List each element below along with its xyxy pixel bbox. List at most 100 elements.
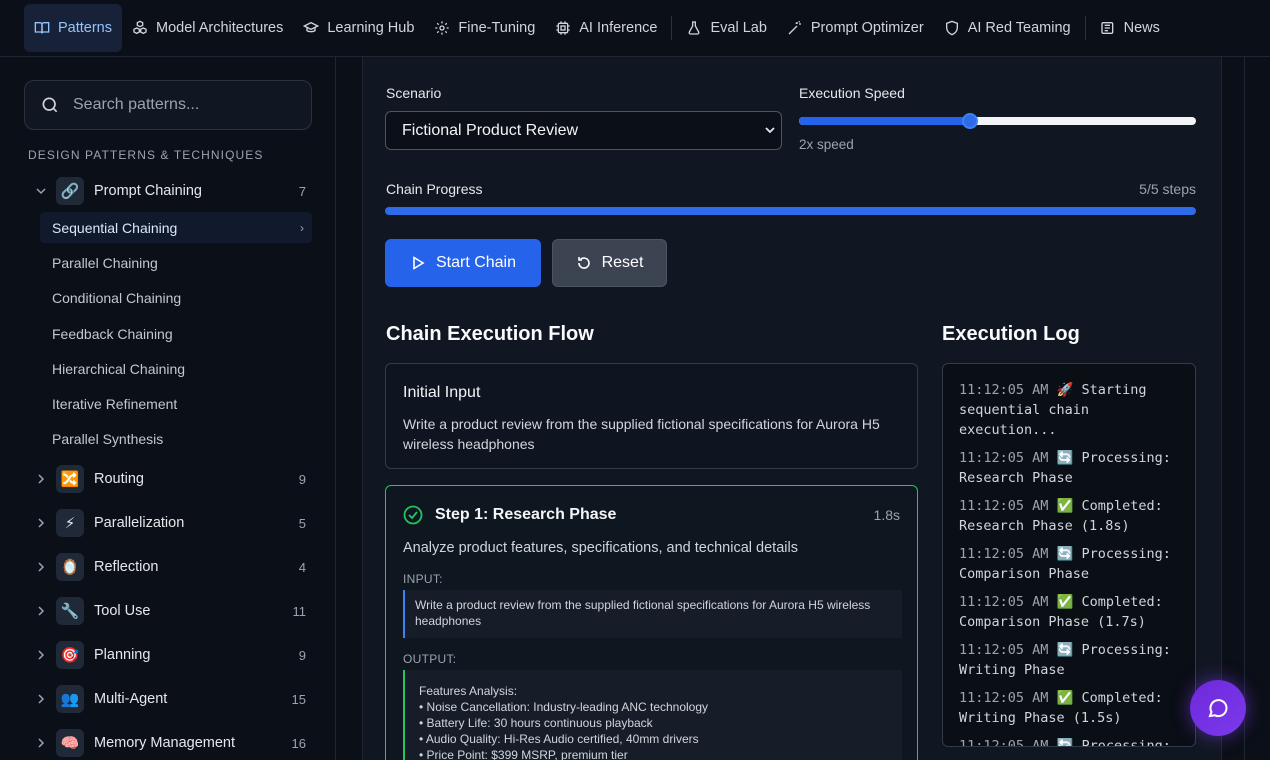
chevron-right-icon <box>30 517 52 529</box>
nav-prompt-optimizer[interactable]: Prompt Optimizer <box>777 4 934 52</box>
category-count: 16 <box>291 735 306 751</box>
nav-prompt-optimizer-label: Prompt Optimizer <box>810 20 924 36</box>
reset-button[interactable]: Reset <box>552 239 667 287</box>
log-entry: 11:12:05 AM 🔄 Processing: Writing Phase <box>959 640 1189 680</box>
play-icon <box>413 256 425 270</box>
category-count: 9 <box>298 471 306 487</box>
subitem-label: Conditional Chaining <box>52 289 182 306</box>
subitem-feedback-chaining[interactable]: Feedback Chaining <box>40 318 312 349</box>
category-reflection[interactable]: 🪞 Reflection 4 <box>30 549 306 585</box>
subitem-sequential-chaining[interactable]: Sequential Chaining › <box>40 212 312 243</box>
section-title: DESIGN PATTERNS & TECHNIQUES <box>28 148 264 162</box>
top-nav: Patterns Model Architectures Learning Hu… <box>0 0 1270 57</box>
book-open-icon <box>34 22 50 34</box>
nav-patterns[interactable]: Patterns <box>24 4 122 52</box>
log-heading: Execution Log <box>942 323 1080 345</box>
log-entry: 11:12:05 AM 🔄 Processing: Comparison Pha… <box>959 544 1189 584</box>
speed-text: 2x speed <box>799 137 854 152</box>
speed-slider-thumb[interactable] <box>961 113 978 129</box>
category-count: 7 <box>298 183 306 199</box>
category-multi-agent[interactable]: 👥 Multi-Agent 15 <box>30 681 306 717</box>
category-prompt-chaining[interactable]: 🔗 Prompt Chaining 7 <box>30 173 306 209</box>
nav-ai-inference[interactable]: AI Inference <box>545 4 667 52</box>
category-planning[interactable]: 🎯 Planning 9 <box>30 637 306 673</box>
chevron-right-icon: › <box>300 220 304 235</box>
subitem-hierarchical-chaining[interactable]: Hierarchical Chaining <box>40 353 312 384</box>
start-chain-button[interactable]: Start Chain <box>385 239 541 287</box>
nav-learning-hub-label: Learning Hub <box>327 20 415 36</box>
subitem-label: Feedback Chaining <box>52 325 173 342</box>
chevron-right-icon <box>30 605 52 617</box>
cpu-icon <box>556 21 570 35</box>
nav-fine-tuning[interactable]: Fine-Tuning <box>424 4 545 52</box>
speed-slider-track[interactable] <box>799 117 1196 125</box>
users-icon: 👥 <box>56 685 84 713</box>
log-timestamp: 11:12:05 AM <box>959 450 1049 466</box>
nav-ai-red-teaming[interactable]: AI Red Teaming <box>934 4 1081 52</box>
step-output-text: Features Analysis: • Noise Cancellation:… <box>403 670 902 760</box>
sidebar: DESIGN PATTERNS & TECHNIQUES 🔗 Prompt Ch… <box>0 57 336 760</box>
chevron-right-icon <box>30 561 52 573</box>
search-box[interactable] <box>24 80 312 130</box>
category-count: 11 <box>292 603 307 619</box>
nav-fine-tuning-label: Fine-Tuning <box>458 20 536 36</box>
target-icon: 🎯 <box>56 641 84 669</box>
nav-patterns-label: Patterns <box>58 20 112 36</box>
brain-icon: 🧠 <box>56 729 84 757</box>
check-circle-icon <box>403 505 423 525</box>
chat-button[interactable] <box>1190 680 1246 736</box>
log-timestamp: 11:12:05 AM <box>959 690 1049 706</box>
subitem-parallel-chaining[interactable]: Parallel Chaining <box>40 247 312 278</box>
log-entry: 11:12:05 AM 🔄 Processing: <box>959 736 1189 746</box>
log-entry: 11:12:05 AM ✅ Completed: Comparison Phas… <box>959 592 1189 632</box>
category-tool-use[interactable]: 🔧 Tool Use 11 <box>30 593 306 629</box>
chevron-right-icon <box>30 473 52 485</box>
chevron-down-icon <box>30 185 52 197</box>
progress-bar-fill <box>385 207 1196 215</box>
category-count: 15 <box>291 691 306 707</box>
start-chain-label: Start Chain <box>435 254 517 271</box>
initial-input-title: Initial Input <box>403 384 481 401</box>
nav-divider <box>671 16 673 40</box>
nav-eval-lab[interactable]: Eval Lab <box>676 4 776 52</box>
divider <box>1244 57 1245 760</box>
subitem-conditional-chaining[interactable]: Conditional Chaining <box>40 282 312 313</box>
wrench-icon: 🔧 <box>56 597 84 625</box>
mirror-icon: 🪞 <box>56 553 84 581</box>
category-memory-management[interactable]: 🧠 Memory Management 16 <box>30 725 306 760</box>
category-label: Parallelization <box>94 515 185 531</box>
search-icon <box>42 97 58 113</box>
flow-heading: Chain Execution Flow <box>386 323 594 345</box>
shuffle-icon: 🔀 <box>56 465 84 493</box>
chevron-right-icon <box>30 649 52 661</box>
category-parallelization[interactable]: ⚡ Parallelization 5 <box>30 505 306 541</box>
scenario-label: Scenario <box>386 85 442 101</box>
scenario-select[interactable]: Fictional Product Review <box>385 111 782 150</box>
step-input-text: Write a product review from the supplied… <box>403 590 902 638</box>
execution-log[interactable]: 11:12:05 AM 🚀 Starting sequential chain … <box>942 363 1196 747</box>
nav-news[interactable]: News <box>1090 4 1170 52</box>
speed-label: Execution Speed <box>799 85 905 101</box>
nav-news-label: News <box>1123 20 1160 36</box>
chevron-down-icon <box>765 127 775 134</box>
category-label: Tool Use <box>94 603 151 619</box>
speed-slider-fill <box>799 117 970 125</box>
category-label: Planning <box>94 647 151 663</box>
log-entry: 11:12:05 AM ✅ Completed: Research Phase … <box>959 496 1189 536</box>
subitem-label: Iterative Refinement <box>52 395 178 412</box>
nav-model-architectures[interactable]: Model Architectures <box>122 4 293 52</box>
search-input[interactable] <box>73 96 293 114</box>
category-routing[interactable]: 🔀 Routing 9 <box>30 461 306 497</box>
subitem-iterative-refinement[interactable]: Iterative Refinement <box>40 388 312 419</box>
shield-icon <box>945 20 958 36</box>
subitem-label: Sequential Chaining <box>52 219 178 236</box>
reset-label: Reset <box>601 254 644 271</box>
log-entry: 11:12:05 AM ✅ Completed: Writing Phase (… <box>959 688 1189 728</box>
nav-learning-hub[interactable]: Learning Hub <box>293 4 424 52</box>
nav-divider <box>1084 16 1086 40</box>
log-entry: 11:12:05 AM 🔄 Processing: Research Phase <box>959 448 1189 488</box>
progress-bar <box>385 207 1196 215</box>
category-label: Memory Management <box>94 735 236 751</box>
log-timestamp: 11:12:05 AM <box>959 594 1049 610</box>
subitem-parallel-synthesis[interactable]: Parallel Synthesis <box>40 423 312 454</box>
